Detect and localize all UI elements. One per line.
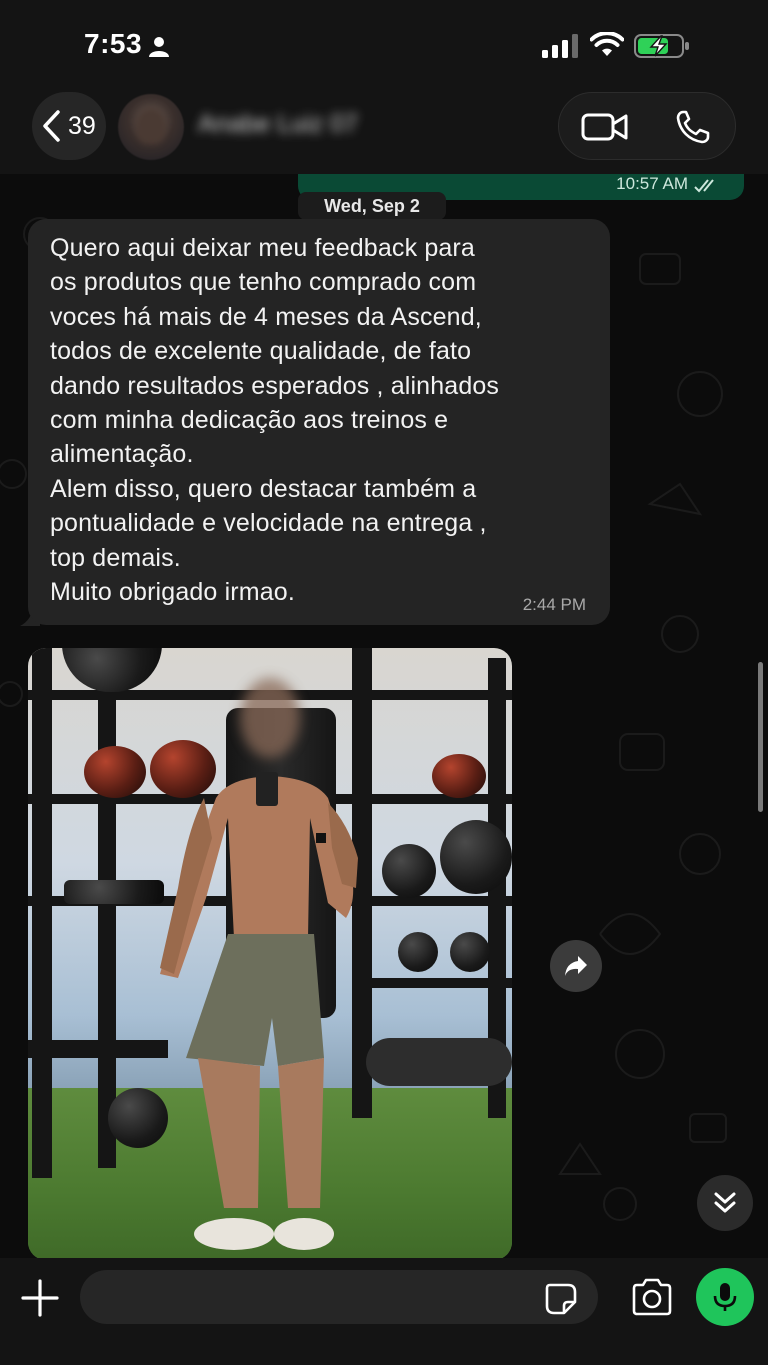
chat-area[interactable]: 10:57 AM Wed, Sep 2 Quero aqui deixar me…: [0, 174, 768, 1258]
status-bar: 7:53: [0, 0, 768, 92]
camera-icon[interactable]: [630, 1278, 674, 1316]
call-actions: [558, 92, 736, 160]
chat-header: 39 Anabe Luiz 07: [0, 88, 768, 174]
microphone-icon: [713, 1283, 737, 1311]
forward-arrow-icon: [565, 956, 587, 976]
scrollbar[interactable]: [758, 662, 763, 812]
avatar[interactable]: [118, 94, 184, 160]
video-call-icon[interactable]: [581, 111, 629, 143]
plus-icon[interactable]: [18, 1276, 62, 1320]
incoming-message-bubble[interactable]: Quero aqui deixar meu feedback para os p…: [28, 219, 610, 625]
scroll-to-bottom-button[interactable]: [697, 1175, 753, 1231]
mic-button[interactable]: [696, 1268, 754, 1326]
input-bar: [0, 1258, 768, 1365]
gym-photo: [160, 678, 358, 1250]
message-time: 2:44 PM: [522, 595, 586, 614]
date-separator: Wed, Sep 2: [298, 192, 446, 220]
unread-count: 39: [68, 111, 96, 140]
photo-message[interactable]: [28, 648, 512, 1258]
chevron-left-icon: [43, 110, 60, 142]
double-check-icon: [694, 179, 714, 193]
back-button[interactable]: 39: [32, 92, 106, 160]
message-input[interactable]: [80, 1270, 598, 1324]
message-time: 10:57 AM: [616, 174, 688, 193]
phone-icon[interactable]: [675, 109, 711, 145]
sticker-icon[interactable]: [544, 1282, 578, 1316]
status-time: 7:53: [84, 28, 143, 59]
double-chevron-down-icon: [714, 1192, 736, 1213]
person-icon: [149, 37, 169, 57]
forward-button[interactable]: [550, 940, 602, 992]
contact-name[interactable]: Anabe Luiz 07: [198, 110, 358, 139]
wifi-icon: [590, 32, 624, 56]
signal-icon: [542, 34, 578, 58]
avatar-photo: [136, 108, 166, 144]
battery-charging-icon: [634, 34, 689, 58]
message-text: Quero aqui deixar meu feedback para os p…: [50, 234, 500, 607]
